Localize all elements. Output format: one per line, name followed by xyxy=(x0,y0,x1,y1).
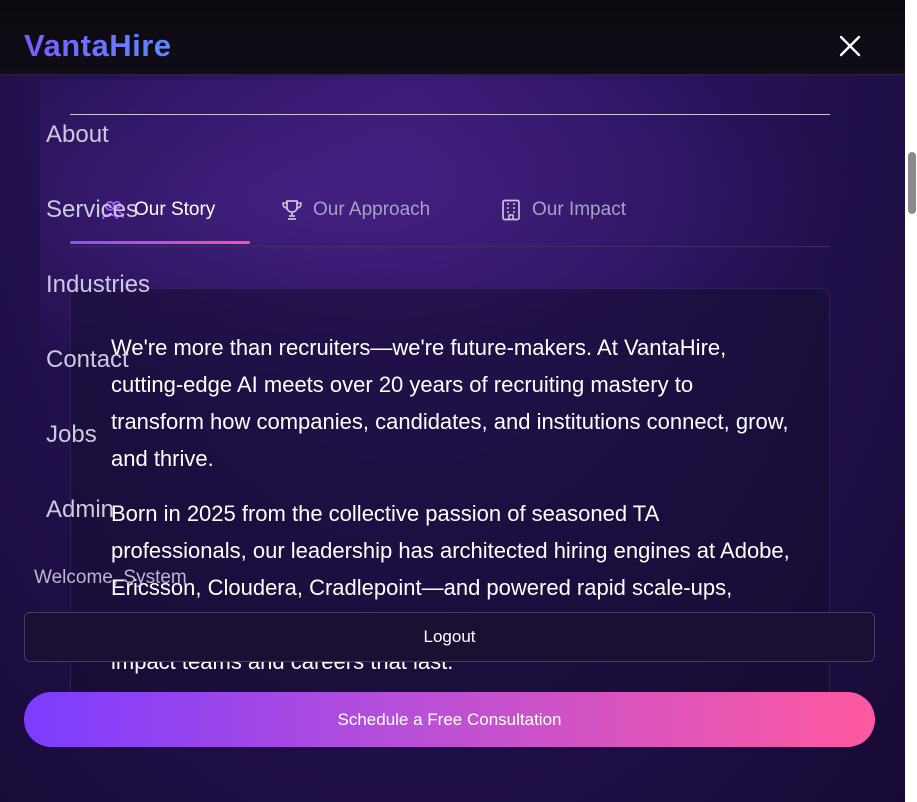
tab-label: Our Approach xyxy=(313,199,431,220)
tab-label: Our Impact xyxy=(532,199,626,220)
close-icon xyxy=(839,35,861,57)
brand-logo[interactable]: VantaHire xyxy=(24,28,172,64)
menu-item-about[interactable]: About xyxy=(46,121,109,149)
menu-item-admin[interactable]: Admin xyxy=(46,496,114,524)
menu-item-contact[interactable]: Contact xyxy=(46,346,129,374)
schedule-consultation-button[interactable]: Schedule a Free Consultation xyxy=(24,692,875,747)
page-scrollbar[interactable] xyxy=(905,0,917,802)
trophy-icon xyxy=(281,199,303,221)
story-paragraph-1: We're more than recruiters—we're future-… xyxy=(111,335,789,471)
menu-item-industries[interactable]: Industries xyxy=(46,271,150,299)
close-menu-button[interactable] xyxy=(832,28,868,64)
welcome-text: Welcome, System xyxy=(34,567,187,588)
top-nav-bar: VantaHire xyxy=(0,0,905,75)
about-tabs: Our Story Our Approach Our Impact xyxy=(70,188,830,247)
building-icon xyxy=(500,199,522,221)
tab-label: Our Story xyxy=(134,199,216,220)
scrollbar-thumb[interactable] xyxy=(908,152,916,214)
menu-item-jobs[interactable]: Jobs xyxy=(46,421,97,449)
tab-our-impact[interactable]: Our Impact xyxy=(500,188,626,232)
logout-button[interactable]: Logout xyxy=(24,612,875,662)
section-divider xyxy=(70,114,830,115)
active-tab-indicator xyxy=(70,241,250,244)
tab-our-approach[interactable]: Our Approach xyxy=(281,188,430,232)
menu-item-services[interactable]: Services xyxy=(46,196,138,224)
